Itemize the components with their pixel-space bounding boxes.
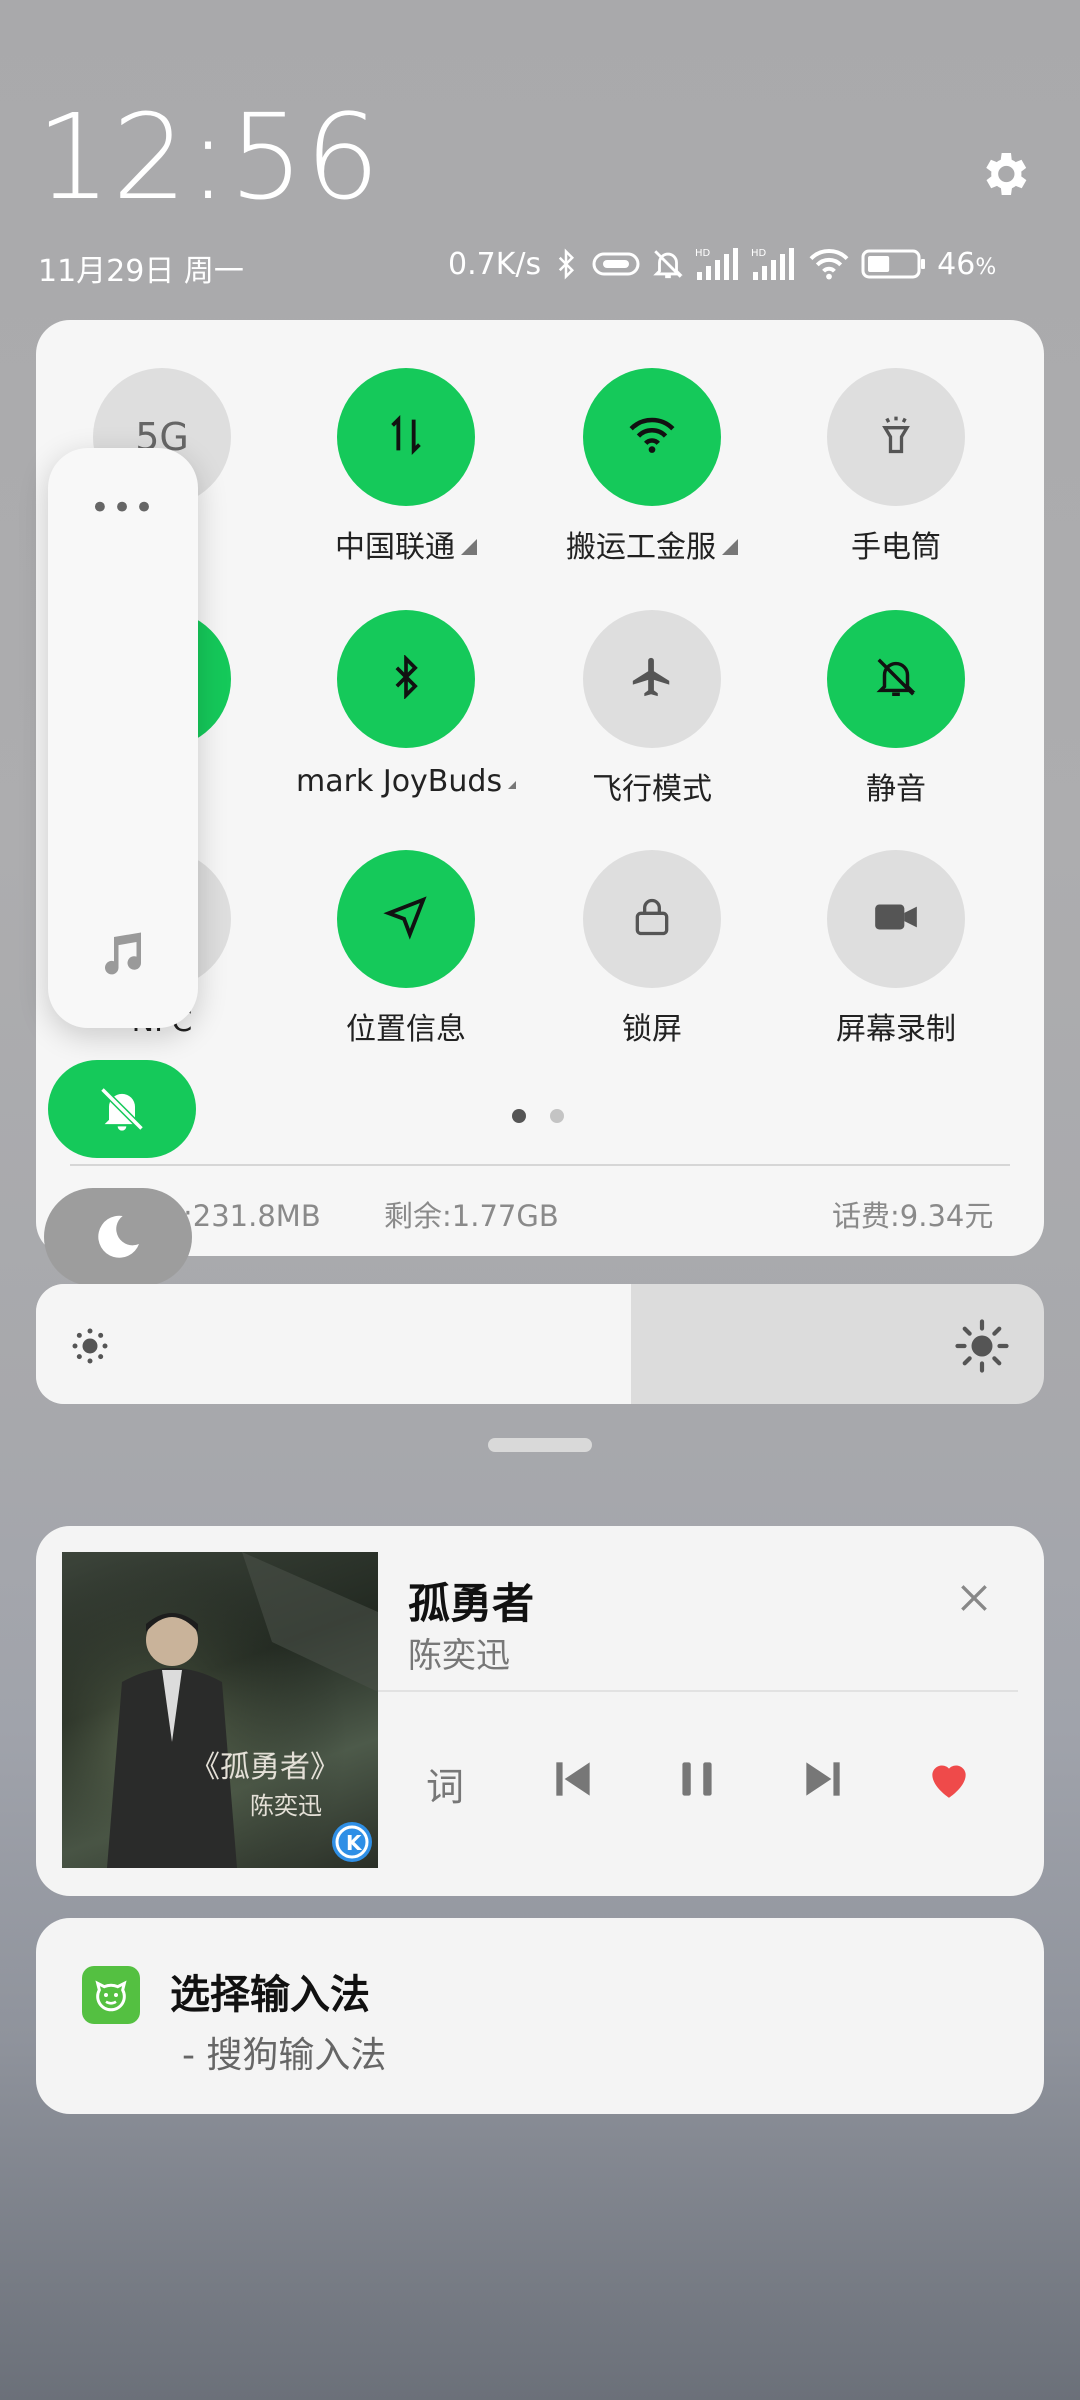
tile-toggle[interactable] [827,610,965,748]
lock-icon [630,895,674,943]
tile-wifi[interactable]: 搬运工金服 [542,368,762,566]
tile-toggle[interactable] [337,368,475,506]
tile-toggle[interactable] [827,368,965,506]
date[interactable]: 11月29日 周一 [38,246,244,290]
mute-icon [100,1087,144,1131]
brightness-slider[interactable] [36,1284,1044,1404]
video-record-icon [871,892,921,946]
brightness-fill [36,1284,631,1404]
tile-location[interactable]: 位置信息 [296,850,516,1048]
tile-label: 手电筒 [851,530,941,565]
battery-icon [861,249,926,279]
tile-label: 中国联通 [296,522,516,566]
volume-more-icon[interactable]: ••• [48,488,198,528]
moon-icon [98,1215,139,1258]
do-not-disturb-button[interactable] [44,1188,192,1286]
tile-mobile-data[interactable]: 中国联通 [296,368,516,566]
phone-balance[interactable]: 话费:9.34元 [832,1193,993,1235]
svg-text:HD: HD [751,248,767,259]
expand-triangle-icon[interactable] [461,539,477,555]
ringer-mute-button[interactable] [48,1060,196,1158]
wifi-icon [627,410,677,464]
signal-hd-1-icon: HD [695,248,739,280]
location-icon [383,894,429,944]
page-dot-1[interactable] [512,1109,526,1123]
tile-label: 屏幕录制 [836,1012,956,1047]
tile-toggle[interactable] [337,850,475,988]
tile-label: 静音 [866,772,926,807]
tile-airplane[interactable]: 飞行模式 [542,610,762,808]
tile-label: 位置信息 [346,1012,466,1047]
notification-subtitle: - 搜狗输入法 [182,2035,387,2076]
album-title: 《孤勇者》 [190,1750,340,1785]
close-icon[interactable] [954,1578,994,1622]
page-dot-2[interactable] [550,1109,564,1123]
tile-lock[interactable]: 锁屏 [542,850,762,1048]
music-note-icon [96,928,150,986]
brightness-low-icon [70,1326,110,1370]
svg-text:HD: HD [695,248,711,259]
next-track-icon[interactable] [798,1754,848,1808]
pause-icon[interactable] [672,1754,722,1808]
svg-text:K: K [346,1831,363,1855]
net-speed: 0.7K/s [448,246,542,282]
settings-gear-icon[interactable] [976,146,1032,202]
vibrate-icon [592,252,640,276]
clock[interactable]: 12:56 [36,98,381,216]
signal-hd-2-icon: HD [751,248,795,280]
flashlight-icon [874,413,918,461]
expand-triangle-icon[interactable] [722,539,738,555]
page-indicator[interactable] [512,1109,564,1123]
tile-toggle[interactable] [337,610,475,748]
media-divider [378,1690,1018,1692]
song-artist: 陈奕迅 [408,1636,510,1676]
tile-toggle[interactable] [583,368,721,506]
tile-label: 飞行模式 [592,772,712,807]
album-art[interactable]: K 《孤勇者》 陈奕迅 [62,1552,378,1868]
mute-icon [873,654,919,704]
notification-card[interactable]: 选择输入法 - 搜狗输入法 [36,1918,1044,2114]
previous-track-icon[interactable] [548,1754,598,1808]
battery-percent: 46% [937,246,997,282]
tile-mute[interactable]: 静音 [786,610,1006,808]
notification-title: 选择输入法 [170,1972,370,2018]
tile-label: mark JoyBuds [296,764,516,799]
data-remaining[interactable]: 剩余:1.77GB [384,1193,559,1235]
sogou-app-icon [82,1966,140,2024]
tile-toggle[interactable] [827,850,965,988]
bluetooth-icon [384,654,428,703]
tile-video-record[interactable]: 屏幕录制 [786,850,1006,1048]
divider [70,1164,1010,1166]
bluetooth-icon [558,248,575,280]
tile-label: 搬运工金服 [542,522,762,566]
wifi-icon [809,249,849,280]
tile-toggle[interactable] [583,850,721,988]
tile-toggle[interactable] [583,610,721,748]
tile-bluetooth[interactable]: mark JoyBuds [296,610,516,799]
airplane-icon [629,654,675,704]
mute-icon [653,250,683,279]
media-player-card[interactable]: K 《孤勇者》 陈奕迅 孤勇者 陈奕迅 词 [36,1526,1044,1896]
brightness-high-icon [954,1318,1010,1378]
tile-label: 锁屏 [622,1012,682,1047]
status-bar-right: 0.7K/s HD HD 46% [448,244,996,284]
volume-slider[interactable]: ••• [48,448,198,1028]
panel-drag-handle[interactable] [488,1438,592,1452]
expand-triangle-icon[interactable] [508,773,516,789]
album-artist: 陈奕迅 [250,1792,322,1820]
favorite-heart-icon[interactable] [924,1754,974,1808]
tile-flashlight[interactable]: 手电筒 [786,368,1006,566]
song-title: 孤勇者 [408,1579,535,1628]
lyrics-button[interactable]: 词 [426,1756,464,1811]
mobile-data-icon [383,412,429,462]
